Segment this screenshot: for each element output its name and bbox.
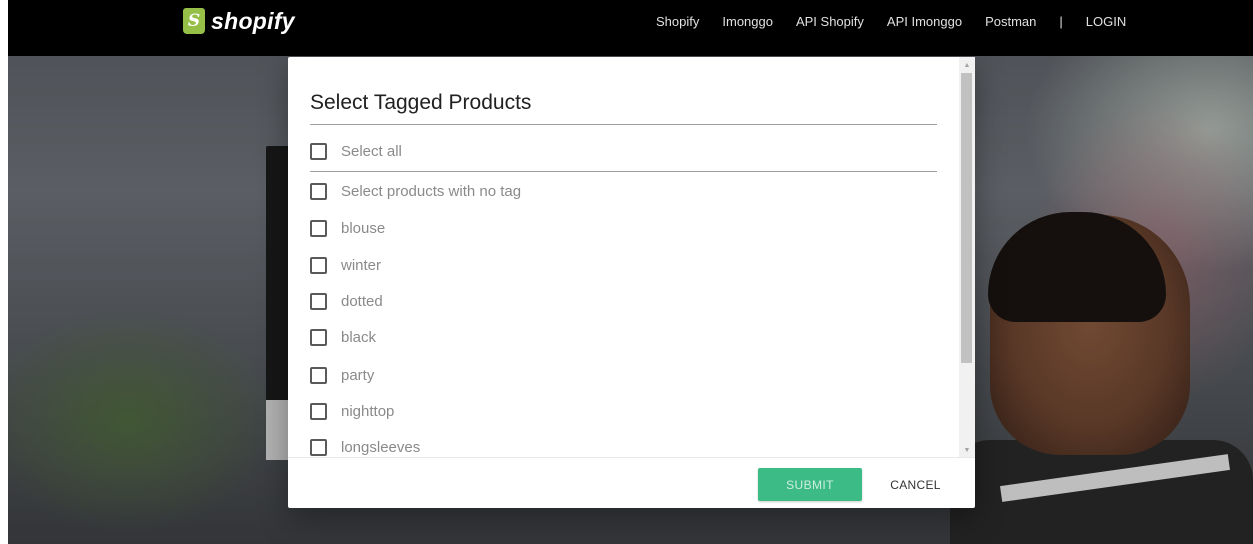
cancel-button[interactable]: CANCEL — [878, 468, 953, 501]
page: S shopify Shopify Imonggo API Shopify AP… — [0, 0, 1253, 544]
select-all-label: Select all — [341, 142, 402, 160]
nav-separator: | — [1059, 14, 1063, 29]
tag-option-dotted[interactable]: dotted — [310, 289, 383, 313]
tag-option-longsleeves[interactable]: longsleeves — [310, 435, 420, 457]
black-checkbox[interactable] — [310, 328, 327, 346]
scroll-down-arrow-icon[interactable]: ▼ — [959, 443, 975, 457]
tag-option-black[interactable]: black — [310, 325, 376, 349]
party-checkbox[interactable] — [310, 366, 327, 384]
longsleeves-checkbox[interactable] — [310, 438, 327, 456]
select-tagged-products-dialog: Select Tagged Products Select all Select… — [288, 57, 975, 508]
winter-checkbox[interactable] — [310, 256, 327, 274]
shopify-logo[interactable]: S shopify — [183, 6, 295, 36]
tag-option-nighttop[interactable]: nighttop — [310, 399, 394, 423]
title-divider — [310, 124, 937, 125]
nav-link-imonggo[interactable]: Imonggo — [722, 14, 773, 29]
tag-option-label: party — [341, 366, 375, 384]
tag-option-blouse[interactable]: blouse — [310, 216, 385, 240]
top-navigation: S shopify Shopify Imonggo API Shopify AP… — [8, 0, 1253, 56]
tag-option-label: longsleeves — [341, 438, 421, 456]
dialog-scrollbar[interactable]: ▲ ▼ — [959, 57, 975, 457]
tag-option-label: blouse — [341, 219, 386, 237]
select-all-divider — [310, 171, 937, 172]
nav-links: Shopify Imonggo API Shopify API Imonggo … — [656, 14, 1149, 29]
scroll-up-arrow-icon[interactable]: ▲ — [959, 58, 975, 72]
nav-link-api-imonggo[interactable]: API Imonggo — [887, 14, 962, 29]
blouse-checkbox[interactable] — [310, 219, 327, 237]
select-all-checkbox[interactable] — [310, 142, 327, 160]
scrollbar-thumb[interactable] — [961, 73, 972, 363]
dialog-footer: SUBMIT CANCEL — [288, 457, 975, 508]
tag-option-label: winter — [341, 256, 382, 274]
nav-link-login[interactable]: LOGIN — [1086, 14, 1126, 29]
dialog-title: Select Tagged Products — [310, 91, 532, 114]
tag-option-label: black — [341, 328, 377, 346]
tag-option-party[interactable]: party — [310, 363, 374, 387]
submit-button[interactable]: SUBMIT — [758, 468, 862, 501]
dotted-checkbox[interactable] — [310, 292, 327, 310]
shopify-bag-icon: S — [183, 8, 205, 34]
logo-mark: S — [187, 11, 201, 31]
logo-text: shopify — [211, 7, 295, 34]
nav-link-postman[interactable]: Postman — [985, 14, 1036, 29]
nav-link-shopify[interactable]: Shopify — [656, 14, 699, 29]
tag-option-label: dotted — [341, 292, 383, 310]
nighttop-checkbox[interactable] — [310, 402, 327, 420]
no-tag-checkbox[interactable] — [310, 182, 327, 200]
tag-option-no-tag[interactable]: Select products with no tag — [310, 179, 521, 203]
nav-link-api-shopify[interactable]: API Shopify — [796, 14, 864, 29]
tag-option-winter[interactable]: winter — [310, 253, 381, 277]
tag-option-label: nighttop — [341, 402, 395, 420]
select-all-option[interactable]: Select all — [310, 139, 402, 163]
tag-option-label: Select products with no tag — [341, 182, 522, 200]
dialog-content[interactable]: Select Tagged Products Select all Select… — [288, 57, 960, 457]
